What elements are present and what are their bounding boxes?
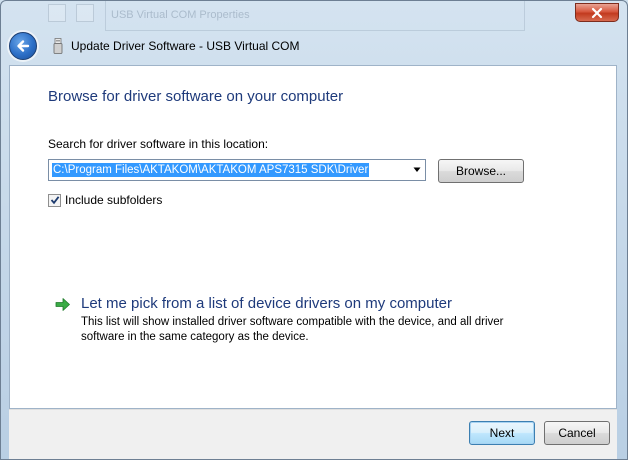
pick-driver-text[interactable]: Let me pick from a list of device driver… — [81, 295, 541, 345]
next-button[interactable]: Next — [469, 421, 535, 445]
path-combobox[interactable]: C:\Program Files\AKTAKOM\AKTAKOM APS7315… — [48, 159, 426, 181]
back-arrow-icon — [17, 40, 30, 52]
title-bar: Update Driver Software - USB Virtual COM — [9, 31, 609, 61]
back-button[interactable] — [9, 32, 37, 60]
pick-driver-description: This list will show installed driver sof… — [81, 316, 504, 343]
chevron-down-icon[interactable] — [413, 167, 421, 173]
dialog-window: USB Virtual COM Properties Update Driver… — [0, 0, 628, 460]
background-window-button — [76, 4, 94, 22]
pick-driver-link[interactable]: Let me pick from a list of device driver… — [54, 295, 541, 345]
cancel-button[interactable]: Cancel — [544, 421, 610, 445]
background-window-title: USB Virtual COM Properties — [111, 9, 250, 21]
page-heading: Browse for driver software on your compu… — [48, 88, 344, 105]
window-title: Update Driver Software - USB Virtual COM — [71, 39, 300, 53]
include-subfolders-label[interactable]: Include subfolders — [65, 193, 162, 207]
include-subfolders-row[interactable]: Include subfolders — [48, 193, 162, 207]
pick-driver-title[interactable]: Let me pick from a list of device driver… — [81, 295, 541, 312]
path-input-value[interactable]: C:\Program Files\AKTAKOM\AKTAKOM APS7315… — [52, 163, 370, 177]
search-location-label: Search for driver software in this locat… — [48, 137, 269, 151]
close-icon — [591, 7, 603, 18]
checkmark-icon — [50, 196, 59, 205]
usb-device-icon — [53, 38, 63, 54]
browse-button[interactable]: Browse... — [438, 159, 524, 183]
main-content: Browse for driver software on your compu… — [9, 65, 617, 409]
close-button[interactable] — [575, 3, 619, 22]
green-arrow-icon[interactable] — [54, 296, 71, 313]
background-window-button — [48, 4, 66, 22]
include-subfolders-checkbox[interactable] — [48, 193, 61, 207]
button-footer: Next Cancel — [9, 409, 617, 459]
